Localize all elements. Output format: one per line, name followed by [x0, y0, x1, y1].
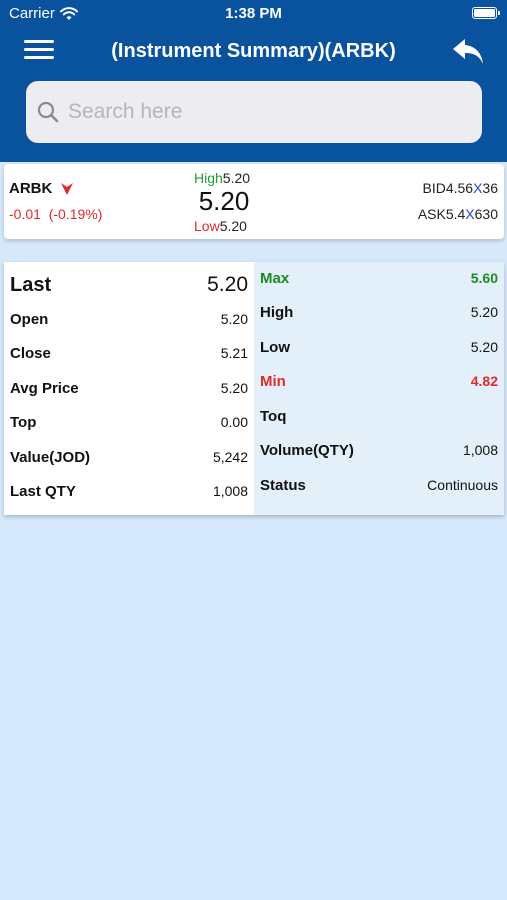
detail-value: 5.20 — [207, 273, 248, 296]
detail-row-last: Last 5.20 — [4, 268, 254, 302]
bid-label: BID — [422, 180, 446, 196]
detail-value: 5.60 — [470, 270, 498, 286]
detail-row-value: Value(JOD) 5,242 — [4, 445, 254, 469]
detail-label: Open — [10, 310, 49, 328]
status-time: 1:38 PM — [225, 5, 282, 22]
bid-qty: 36 — [482, 180, 498, 196]
page-title: (Instrument Summary)(ARBK) — [111, 40, 396, 62]
detail-value: 5.20 — [220, 311, 248, 327]
quote-low: Low5.20 — [194, 218, 247, 234]
details-left-column: Last 5.20 Open 5.20 Close 5.21 Avg Price… — [4, 262, 254, 515]
symbol: ARBK — [9, 180, 74, 197]
detail-value: 5.20 — [220, 380, 248, 396]
detail-label: Volume(QTY) — [260, 441, 354, 459]
detail-label: Close — [10, 344, 51, 362]
back-arrow-icon[interactable] — [451, 36, 487, 68]
header: Carrier 1:38 PM (Instrument Summary)(ARB… — [0, 0, 507, 162]
detail-row-high: High 5.20 — [254, 300, 504, 324]
details-right-column: Max 5.60 High 5.20 Low 5.20 Min 4.82 Toq… — [254, 262, 504, 515]
detail-row-volume: Volume(QTY) 1,008 — [254, 438, 504, 462]
price-change: -0.01 (-0.19%) — [9, 206, 102, 222]
detail-value: 0.00 — [220, 414, 248, 430]
ask-qty: 630 — [474, 206, 498, 222]
quote-high: High5.20 — [194, 170, 250, 186]
ask-label: ASK — [417, 206, 446, 222]
detail-label: Min — [260, 372, 286, 390]
nav-bar: (Instrument Summary)(ARBK) — [0, 30, 507, 74]
detail-row-top: Top 0.00 — [4, 410, 254, 434]
detail-row-max: Max 5.60 — [254, 266, 504, 290]
detail-value: 5.20 — [470, 304, 498, 320]
detail-label: Max — [260, 269, 290, 287]
quote-card[interactable]: ARBK -0.01 (-0.19%) High5.20 5.20 Low5.2… — [4, 164, 504, 239]
last-price: 5.20 — [198, 186, 250, 216]
bid: BID4.56X36 — [422, 180, 498, 196]
detail-row-status: Status Continuous — [254, 473, 504, 497]
detail-value: 5.20 — [470, 339, 498, 355]
detail-label: Top — [10, 413, 37, 431]
low-value: 5.20 — [219, 218, 247, 234]
status-bar: Carrier 1:38 PM — [0, 0, 507, 28]
detail-row-toq: Toq — [254, 404, 504, 428]
change-percent: (-0.19%) — [48, 206, 103, 222]
details-panel: Last 5.20 Open 5.20 Close 5.21 Avg Price… — [4, 262, 504, 515]
detail-label: Toq — [260, 407, 287, 425]
detail-label: Status — [260, 476, 306, 494]
detail-value: 1,008 — [212, 483, 248, 499]
down-arrow-icon — [61, 182, 74, 195]
detail-row-open: Open 5.20 — [4, 307, 254, 331]
bid-price: 4.56 — [445, 180, 474, 196]
ask-price: 5.4 — [445, 206, 466, 222]
detail-value: 5,242 — [212, 449, 248, 465]
detail-value: Continuous — [427, 477, 498, 493]
detail-row-last-qty: Last QTY 1,008 — [4, 479, 254, 503]
ask-x: X — [465, 206, 475, 222]
detail-label: Value(JOD) — [10, 448, 91, 466]
detail-label: Last QTY — [10, 482, 76, 500]
detail-row-min: Min 4.82 — [254, 369, 504, 393]
detail-value: 1,008 — [462, 442, 498, 458]
low-label: Low — [194, 218, 220, 234]
detail-label: Last — [10, 273, 52, 296]
search-bar[interactable] — [26, 81, 482, 143]
high-label: High — [194, 170, 223, 186]
battery-icon — [472, 7, 500, 19]
detail-label: Low — [260, 338, 290, 356]
change-value: -0.01 — [9, 206, 41, 222]
detail-label: High — [260, 303, 294, 321]
detail-row-close: Close 5.21 — [4, 341, 254, 365]
detail-row-avg-price: Avg Price 5.20 — [4, 376, 254, 400]
detail-value: 5.21 — [220, 345, 248, 361]
ask: ASK5.4X630 — [418, 206, 498, 222]
search-icon — [37, 101, 59, 123]
search-input[interactable] — [68, 100, 448, 124]
detail-row-low: Low 5.20 — [254, 335, 504, 359]
symbol-label: ARBK — [9, 180, 53, 197]
detail-value: 4.82 — [470, 373, 498, 389]
detail-label: Avg Price — [10, 379, 79, 397]
high-value: 5.20 — [222, 170, 251, 186]
